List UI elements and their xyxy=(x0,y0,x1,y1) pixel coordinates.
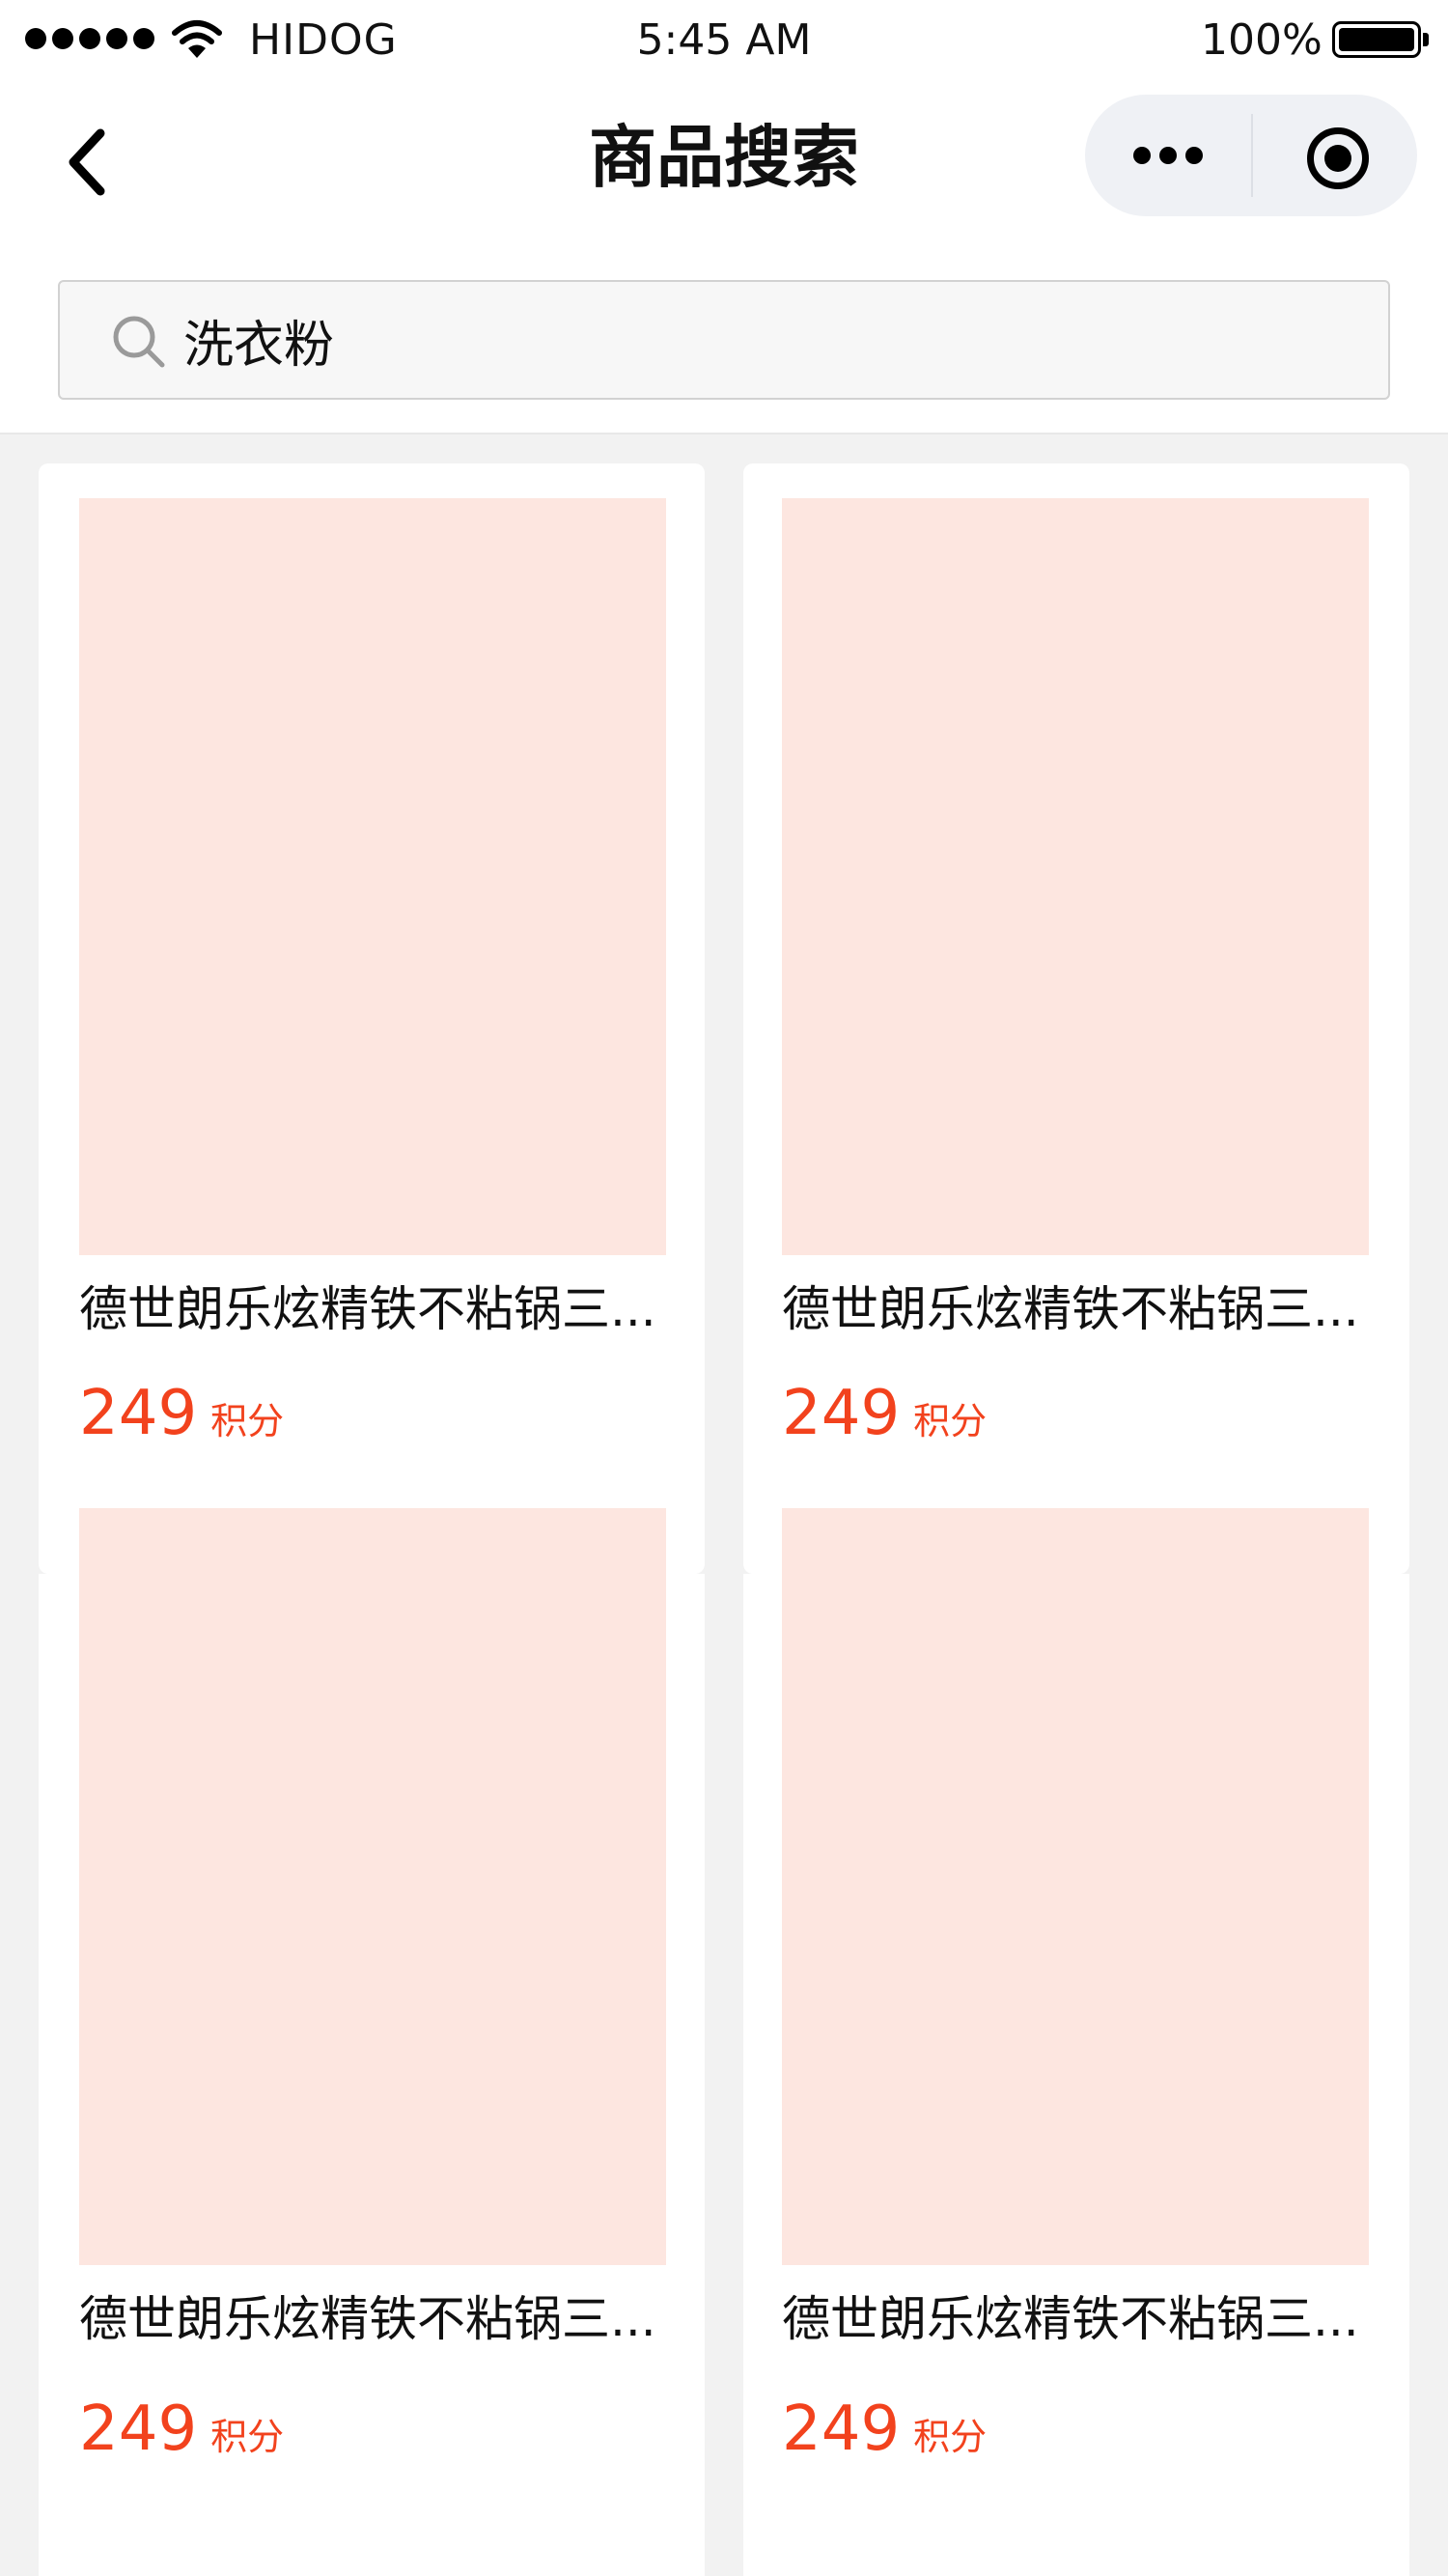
price-value: 249 xyxy=(782,1378,901,1449)
product-name[interactable]: 德世朗乐炫精铁不粘锅三... xyxy=(782,1278,1405,1340)
price-value: 249 xyxy=(782,2394,901,2465)
price-unit: 积分 xyxy=(210,1400,285,1442)
product-price: 249 积分 xyxy=(79,1377,284,1450)
product-card[interactable]: 德世朗乐炫精铁不粘锅三... 249 积分 xyxy=(743,1508,1409,2576)
header-area: HIDOG 5:45 AM 100% 商品搜索 xyxy=(0,0,1448,434)
search-box[interactable] xyxy=(58,280,1390,400)
product-image[interactable] xyxy=(782,1508,1369,2265)
battery-percentage: 100% xyxy=(1201,15,1323,65)
search-input[interactable] xyxy=(183,301,1342,378)
price-value: 249 xyxy=(79,1378,198,1449)
price-unit: 积分 xyxy=(913,2416,988,2458)
more-button[interactable] xyxy=(1085,95,1251,216)
close-button[interactable] xyxy=(1253,95,1417,216)
product-card[interactable]: 德世朗乐炫精铁不粘锅三... 249 积分 xyxy=(39,463,705,1574)
status-bar: HIDOG 5:45 AM 100% xyxy=(0,0,1448,81)
price-unit: 积分 xyxy=(913,1400,988,1442)
price-unit: 积分 xyxy=(210,2416,285,2458)
product-price: 249 积分 xyxy=(782,2393,987,2466)
product-name[interactable]: 德世朗乐炫精铁不粘锅三... xyxy=(782,2288,1405,2350)
product-name[interactable]: 德世朗乐炫精铁不粘锅三... xyxy=(79,1278,697,1340)
search-icon xyxy=(113,316,165,368)
product-price: 249 积分 xyxy=(782,1377,987,1450)
price-value: 249 xyxy=(79,2394,198,2465)
product-image[interactable] xyxy=(79,1508,666,2265)
product-image[interactable] xyxy=(782,498,1369,1255)
app-root: HIDOG 5:45 AM 100% 商品搜索 洗衣粉 德世朗乐炫精铁不粘锅三.… xyxy=(0,0,1448,2576)
product-image[interactable] xyxy=(79,498,666,1255)
mini-program-capsule xyxy=(1085,95,1417,216)
product-name[interactable]: 德世朗乐炫精铁不粘锅三... xyxy=(79,2288,697,2350)
product-card[interactable]: 德世朗乐炫精铁不粘锅三... 249 积分 xyxy=(743,463,1409,1574)
battery-icon xyxy=(1332,21,1429,58)
product-price: 249 积分 xyxy=(79,2393,284,2466)
product-card[interactable]: 德世朗乐炫精铁不粘锅三... 249 积分 xyxy=(39,1508,705,2576)
